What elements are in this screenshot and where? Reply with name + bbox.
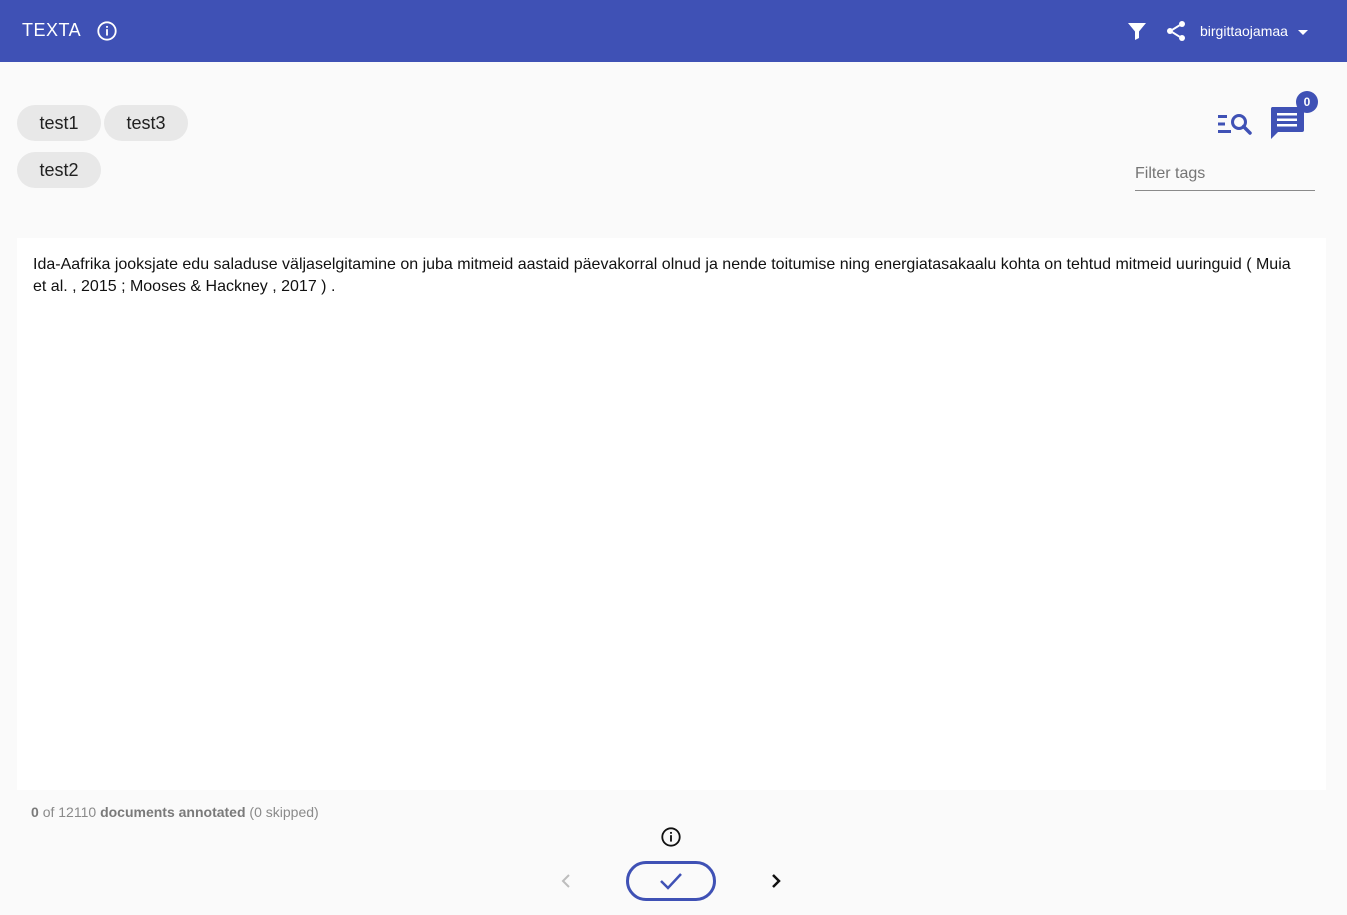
chevron-right-icon[interactable] bbox=[766, 871, 786, 891]
filter-tags-field bbox=[1135, 160, 1315, 191]
of-label: of bbox=[42, 804, 55, 820]
chevron-left-icon[interactable] bbox=[556, 871, 576, 891]
list-search-icon[interactable] bbox=[1217, 110, 1253, 138]
tag-chip-test1[interactable]: test1 bbox=[17, 105, 101, 141]
filter-tags-input[interactable] bbox=[1135, 160, 1315, 188]
info-icon[interactable] bbox=[660, 826, 682, 848]
filter-icon[interactable] bbox=[1125, 19, 1149, 43]
tag-chip-test2[interactable]: test2 bbox=[17, 152, 101, 188]
check-icon bbox=[660, 873, 682, 890]
user-menu[interactable]: birgittaojamaa bbox=[1200, 18, 1308, 44]
document-card: Ida-Aafrika jooksjate edu saladuse välja… bbox=[17, 238, 1326, 790]
annotation-status: 0 of 12110 documents annotated (0 skippe… bbox=[31, 804, 319, 820]
skipped-count: (0 skipped) bbox=[249, 804, 319, 820]
share-icon[interactable] bbox=[1164, 19, 1188, 43]
comment-count-badge: 0 bbox=[1296, 91, 1318, 113]
username: birgittaojamaa bbox=[1200, 23, 1288, 39]
total-count: 12110 bbox=[58, 804, 97, 820]
caret-down-icon bbox=[1297, 29, 1308, 35]
info-icon[interactable] bbox=[96, 20, 118, 42]
document-text: Ida-Aafrika jooksjate edu saladuse välja… bbox=[33, 256, 1291, 295]
confirm-button[interactable] bbox=[626, 861, 716, 901]
documents-annotated-label: documents annotated bbox=[100, 804, 246, 820]
tag-chip-test3[interactable]: test3 bbox=[104, 105, 188, 141]
texta-logo[interactable]: TEXTA bbox=[22, 20, 81, 41]
annotated-count: 0 bbox=[31, 804, 39, 820]
top-app-bar: TEXTA birgittaojamaa bbox=[0, 0, 1347, 62]
